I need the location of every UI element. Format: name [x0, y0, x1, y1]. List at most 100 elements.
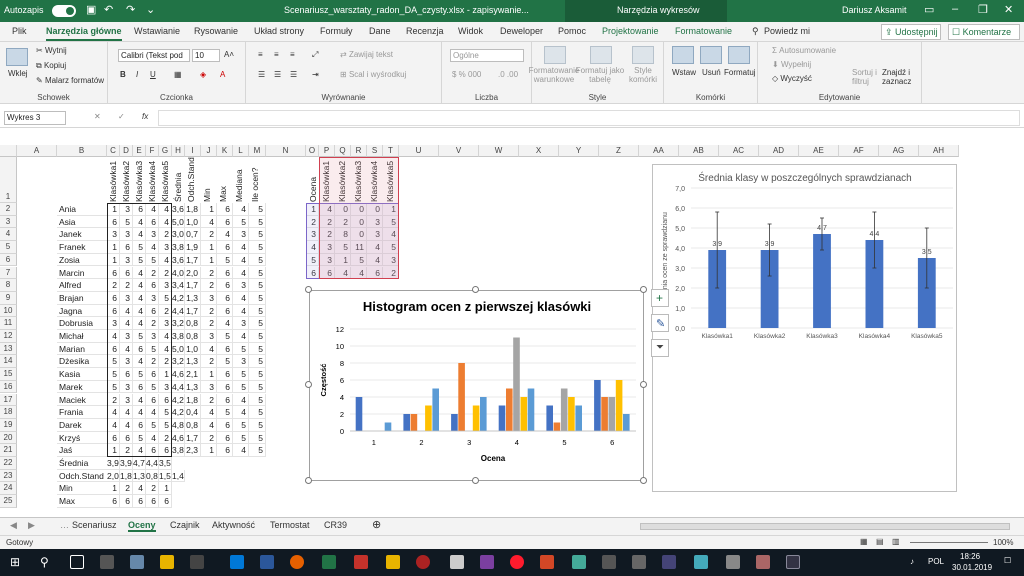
- resize-handle[interactable]: [640, 477, 647, 484]
- bold-button[interactable]: B: [120, 70, 126, 79]
- histogram-bar[interactable]: [623, 414, 630, 431]
- format-as-table-button[interactable]: Formatuj jako tabelę: [574, 66, 626, 84]
- resize-handle[interactable]: [472, 477, 479, 484]
- summary-cell[interactable]: 3,9: [107, 457, 120, 470]
- histogram-bar[interactable]: [575, 405, 582, 432]
- app-icon-3[interactable]: [190, 555, 204, 569]
- name-box[interactable]: Wykres 3: [4, 111, 66, 125]
- column-header-Y[interactable]: Y: [559, 145, 599, 157]
- indent-icon[interactable]: ⇥: [312, 70, 319, 79]
- table-cell[interactable]: 3,6: [172, 203, 185, 216]
- mean-chart[interactable]: Średnia klasy w poszczególnych sprawdzia…: [652, 164, 957, 492]
- table-cell[interactable]: 1: [201, 444, 217, 457]
- app-icon-2[interactable]: [130, 555, 144, 569]
- table-cell[interactable]: 1,8: [185, 393, 201, 407]
- minimize-icon[interactable]: –: [952, 3, 958, 15]
- table-cell[interactable]: 6: [217, 393, 233, 407]
- chart-title[interactable]: Histogram ocen z pierwszej klasówki: [363, 299, 591, 314]
- table-cell[interactable]: 2: [201, 304, 217, 318]
- column-header-V[interactable]: V: [439, 145, 479, 157]
- tab-insert[interactable]: Wstawianie: [134, 26, 180, 36]
- table-cell[interactable]: 5: [249, 444, 266, 457]
- table-cell[interactable]: 4,4: [172, 304, 185, 318]
- summary-cell[interactable]: 1: [159, 482, 172, 496]
- comments-button[interactable]: ☐ Komentarze: [948, 24, 1020, 40]
- table-cell[interactable]: 5: [249, 418, 266, 432]
- table-cell[interactable]: 5: [249, 203, 266, 216]
- autosum-button[interactable]: Σ Autosumowanie: [772, 46, 836, 55]
- table-cell[interactable]: 3,0: [172, 228, 185, 242]
- histogram-bar[interactable]: [568, 397, 575, 431]
- table-cell[interactable]: 0,8: [185, 418, 201, 432]
- app-icon-10[interactable]: [602, 555, 616, 569]
- table-cell[interactable]: 0,7: [185, 228, 201, 242]
- table-cell[interactable]: 3: [201, 330, 217, 343]
- column-header-U[interactable]: U: [399, 145, 439, 157]
- merge-center-button[interactable]: ⊞ Scal i wyśrodkuj: [340, 70, 406, 79]
- clock-date[interactable]: 30.01.2019: [952, 563, 992, 572]
- chart-filters-button[interactable]: ⏷: [651, 339, 669, 357]
- table-cell[interactable]: 1,3: [185, 291, 201, 305]
- summary-cell[interactable]: 6: [133, 495, 146, 508]
- table-cell[interactable]: 4,6: [172, 368, 185, 381]
- user-name[interactable]: Dariusz Aksamit: [842, 5, 907, 15]
- undo-icon[interactable]: ↶: [104, 3, 113, 16]
- chart-title[interactable]: Średnia klasy w poszczególnych sprawdzia…: [698, 171, 911, 184]
- italic-button[interactable]: I: [136, 70, 138, 79]
- table-cell[interactable]: 5: [233, 380, 249, 394]
- table-cell[interactable]: 4: [233, 253, 249, 267]
- histogram-bar[interactable]: [355, 397, 363, 431]
- table-cell[interactable]: 4,0: [172, 266, 185, 280]
- column-header-AE[interactable]: AE: [799, 145, 839, 157]
- word-icon[interactable]: [260, 555, 274, 569]
- histogram-chart[interactable]: Histogram ocen z pierwszej klasówki 0 2 4 6 8…: [309, 290, 644, 481]
- sheet-tab-termostat[interactable]: Termostat: [270, 520, 310, 530]
- format-cells-button[interactable]: Formatuj: [724, 68, 756, 77]
- table-cell[interactable]: 6: [217, 431, 233, 445]
- app-icon-13[interactable]: [694, 555, 708, 569]
- normal-view-icon[interactable]: ▦: [860, 537, 868, 546]
- insert-function-button[interactable]: fx: [142, 112, 148, 121]
- summary-cell[interactable]: 6: [146, 495, 159, 508]
- table-cell[interactable]: 6: [217, 241, 233, 254]
- app-icon-12[interactable]: [662, 555, 676, 569]
- row-header[interactable]: 23: [0, 469, 17, 483]
- table-cell[interactable]: 2: [201, 317, 217, 330]
- opera-icon[interactable]: [510, 555, 524, 569]
- table-cell[interactable]: 2: [201, 393, 217, 407]
- resize-handle[interactable]: [472, 286, 479, 293]
- table-cell[interactable]: 3,2: [172, 317, 185, 330]
- table-cell[interactable]: 6: [217, 215, 233, 229]
- table-cell[interactable]: 3: [233, 317, 249, 330]
- row-header[interactable]: 20: [0, 431, 17, 445]
- paste-icon[interactable]: [6, 48, 28, 66]
- app-icon-16[interactable]: [786, 555, 800, 569]
- table-cell[interactable]: 4: [201, 342, 217, 356]
- input-language[interactable]: POL: [928, 557, 944, 566]
- table-cell[interactable]: 2: [201, 266, 217, 280]
- save-icon[interactable]: ▣: [86, 3, 96, 16]
- table-cell[interactable]: 4: [233, 393, 249, 407]
- delete-cells-button[interactable]: Usuń: [702, 68, 721, 77]
- table-cell[interactable]: 2: [201, 279, 217, 292]
- column-header-Z[interactable]: Z: [599, 145, 639, 157]
- table-cell[interactable]: 5: [249, 279, 266, 292]
- table-cell[interactable]: 4: [217, 317, 233, 330]
- autosave-toggle[interactable]: [52, 5, 76, 17]
- app-icon-15[interactable]: [756, 555, 770, 569]
- histogram-bar[interactable]: [458, 363, 465, 431]
- table-cell[interactable]: 5: [249, 380, 266, 394]
- redo-icon[interactable]: ↷: [126, 3, 135, 16]
- table-cell[interactable]: 1,7: [185, 279, 201, 292]
- table-cell[interactable]: 5,0: [172, 215, 185, 229]
- excel-icon[interactable]: [322, 555, 336, 569]
- table-cell[interactable]: 5: [217, 330, 233, 343]
- table-cell[interactable]: 5: [249, 253, 266, 267]
- powerpoint-icon[interactable]: [540, 555, 554, 569]
- table-cell[interactable]: 5,0: [172, 342, 185, 356]
- row-header[interactable]: 18: [0, 406, 17, 419]
- align-bottom-icon[interactable]: ≡: [290, 50, 295, 59]
- row-header[interactable]: 4: [0, 228, 17, 242]
- font-color-icon[interactable]: A: [220, 70, 225, 79]
- table-cell[interactable]: 4,2: [172, 406, 185, 419]
